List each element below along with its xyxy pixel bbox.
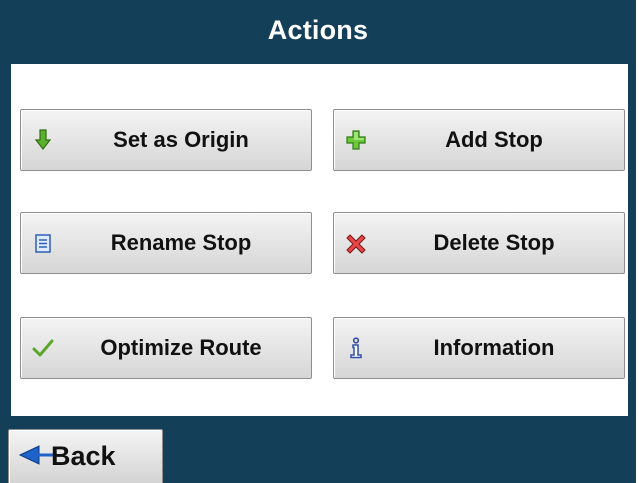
page-title: Actions <box>267 15 369 45</box>
delete-stop-button[interactable]: Delete Stop <box>333 212 625 274</box>
add-stop-label: Add Stop <box>445 127 543 152</box>
set-origin-button[interactable]: Set as Origin <box>20 109 312 171</box>
rename-stop-label: Rename Stop <box>110 230 252 255</box>
set-origin-label: Set as Origin <box>113 127 249 152</box>
information-label: Information <box>433 335 555 360</box>
actions-screen: Actions Set as Origin Add Stop Rename St… <box>0 0 639 483</box>
delete-stop-label: Delete Stop <box>433 230 555 255</box>
x-icon <box>344 231 368 255</box>
window-frame: Actions Set as Origin Add Stop Rename St… <box>0 0 636 483</box>
document-icon <box>31 231 55 255</box>
back-button[interactable]: Back <box>8 429 163 483</box>
actions-panel: Set as Origin Add Stop Rename Stop Delet… <box>11 64 628 416</box>
checkmark-icon <box>31 336 55 360</box>
rename-stop-button[interactable]: Rename Stop <box>20 212 312 274</box>
plus-icon <box>344 128 368 152</box>
optimize-route-label: Optimize Route <box>100 335 262 360</box>
add-stop-button[interactable]: Add Stop <box>333 109 625 171</box>
info-icon <box>344 336 368 360</box>
arrow-down-icon <box>31 128 55 152</box>
optimize-route-button[interactable]: Optimize Route <box>20 317 312 379</box>
back-label: Back <box>51 441 116 471</box>
information-button[interactable]: Information <box>333 317 625 379</box>
